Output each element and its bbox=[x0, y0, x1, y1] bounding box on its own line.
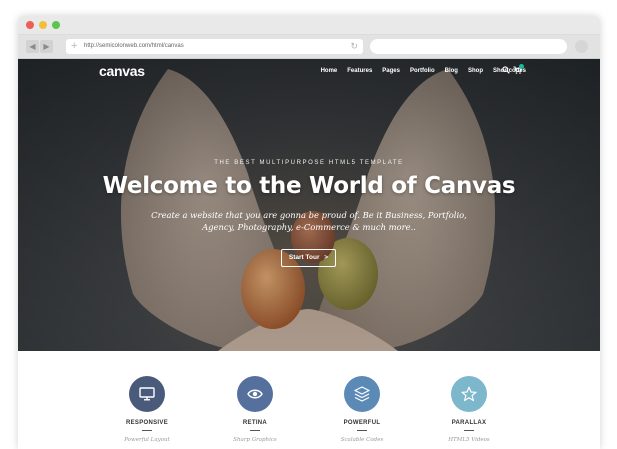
feature-retina: RETINA Sharp Graphics bbox=[215, 376, 295, 443]
feature-subtitle: Powerful Layout bbox=[124, 437, 170, 443]
search-icon[interactable] bbox=[502, 66, 510, 74]
add-tab-icon[interactable]: + bbox=[71, 39, 77, 54]
cart-count-badge bbox=[519, 64, 524, 69]
menu-item-portfolio[interactable]: Portfolio bbox=[410, 68, 435, 74]
layers-icon bbox=[354, 386, 370, 402]
hero-section: canvas Home Features Pages Portfolio Blo… bbox=[18, 59, 600, 351]
hero-eyebrow: THE BEST MULTIPURPOSE HTML5 TEMPLATE bbox=[214, 160, 404, 166]
menu-item-features[interactable]: Features bbox=[347, 68, 372, 74]
feature-subtitle: Scalable Codes bbox=[340, 437, 384, 443]
eye-icon bbox=[247, 389, 263, 399]
hero-subtext-line-1: Create a website that you are gonna be p… bbox=[151, 210, 467, 220]
feature-divider bbox=[357, 430, 367, 431]
feature-divider bbox=[142, 430, 152, 431]
feature-title: RESPONSIVE bbox=[125, 420, 168, 426]
feature-responsive: RESPONSIVE Powerful Layout bbox=[107, 376, 187, 443]
feature-icon-circle bbox=[237, 376, 273, 412]
feature-divider bbox=[464, 430, 474, 431]
url-text: http://semicolonweb.com/html/canvas bbox=[84, 43, 184, 49]
menu-item-pages[interactable]: Pages bbox=[382, 68, 400, 74]
title-bar bbox=[18, 16, 600, 35]
menu-item-blog[interactable]: Blog bbox=[445, 68, 458, 74]
monitor-icon bbox=[139, 387, 155, 401]
start-tour-label: Start Tour bbox=[288, 254, 320, 261]
star-icon bbox=[461, 386, 477, 402]
hero-background-image bbox=[18, 59, 600, 351]
features-section: RESPONSIVE Powerful Layout RETINA Sharp … bbox=[18, 351, 600, 449]
main-menu: Home Features Pages Portfolio Blog Shop … bbox=[321, 68, 526, 74]
hero-subtext-line-2: Agency, Photography, e-Commerce & much m… bbox=[202, 222, 416, 232]
browser-toolbar: ◀ ▶ + http://semicolonweb.com/html/canva… bbox=[18, 35, 600, 59]
forward-button[interactable]: ▶ bbox=[40, 40, 53, 53]
maximize-window-button[interactable] bbox=[52, 21, 60, 29]
feature-divider bbox=[250, 430, 260, 431]
feature-powerful: POWERFUL Scalable Codes bbox=[322, 376, 402, 443]
feature-icon-circle bbox=[451, 376, 487, 412]
menu-item-home[interactable]: Home bbox=[321, 68, 338, 74]
site-logo[interactable]: canvas bbox=[99, 63, 145, 79]
chevron-right-icon: > bbox=[324, 254, 329, 261]
start-tour-button[interactable]: Start Tour > bbox=[281, 249, 336, 267]
feature-title: RETINA bbox=[242, 420, 268, 426]
feature-icon-circle bbox=[129, 376, 165, 412]
feature-title: PARALLAX bbox=[451, 420, 487, 426]
feature-subtitle: Sharp Graphics bbox=[233, 437, 277, 443]
hero-subtext: Create a website that you are gonna be p… bbox=[18, 209, 600, 233]
feature-parallax: PARALLAX HTML5 Videos bbox=[429, 376, 509, 443]
reload-icon[interactable]: ↻ bbox=[350, 39, 358, 54]
browser-search-input[interactable] bbox=[370, 39, 567, 54]
feature-icon-circle bbox=[344, 376, 380, 412]
minimize-window-button[interactable] bbox=[39, 21, 47, 29]
close-window-button[interactable] bbox=[26, 21, 34, 29]
menu-item-shop[interactable]: Shop bbox=[468, 68, 483, 74]
browser-window: ◀ ▶ + http://semicolonweb.com/html/canva… bbox=[18, 16, 600, 449]
feature-subtitle: HTML5 Videos bbox=[448, 437, 490, 443]
browser-menu-button[interactable] bbox=[575, 40, 588, 53]
address-bar[interactable]: + http://semicolonweb.com/html/canvas ↻ bbox=[66, 39, 363, 54]
hero-headline: Welcome to the World of Canvas bbox=[102, 173, 516, 199]
feature-title: POWERFUL bbox=[343, 420, 381, 426]
back-button[interactable]: ◀ bbox=[26, 40, 39, 53]
